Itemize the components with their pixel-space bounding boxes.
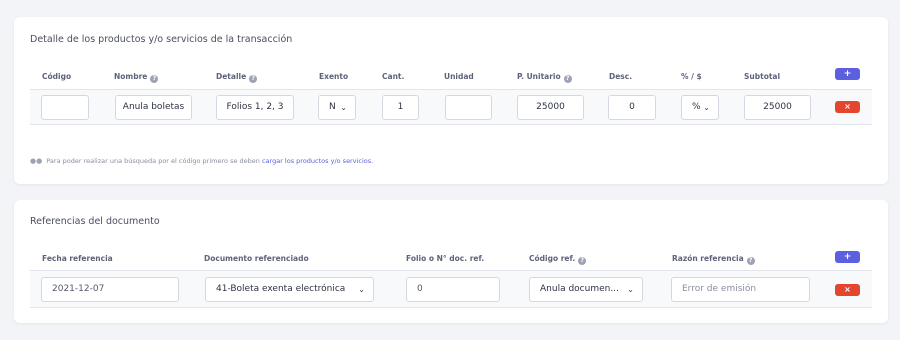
header-detalle: Detalle? bbox=[216, 72, 258, 83]
documento-referenciado-value: 41-Boleta exenta electrónica bbox=[216, 284, 346, 294]
delete-reference-button[interactable]: × bbox=[835, 284, 860, 296]
pct-value: % bbox=[692, 102, 701, 112]
header-p-unitario-label: P. Unitario bbox=[517, 72, 561, 81]
detalle-input[interactable]: Folios 1, 2, 3 bbox=[216, 95, 294, 120]
references-card: Referencias del documento Fecha referenc… bbox=[14, 200, 888, 323]
header-detalle-label: Detalle bbox=[216, 72, 247, 81]
search-note-text: Para poder realizar una búsqueda por el … bbox=[46, 157, 260, 165]
descuento-input[interactable]: 0 bbox=[608, 95, 656, 120]
info-icon: ? bbox=[746, 257, 755, 265]
cantidad-input[interactable]: 1 bbox=[382, 95, 419, 120]
header-exento: Exento bbox=[319, 72, 349, 81]
info-icon: ? bbox=[563, 75, 572, 83]
exento-select[interactable]: N ⌄ bbox=[318, 95, 356, 120]
header-codigo-ref: Código ref.? bbox=[529, 254, 587, 265]
header-fecha: Fecha referencia bbox=[42, 254, 113, 263]
load-products-link[interactable]: cargar los productos y/o servicios. bbox=[262, 157, 373, 165]
products-title: Detalle de los productos y/o servicios d… bbox=[30, 34, 293, 45]
precio-unitario-input[interactable]: 25000 bbox=[517, 95, 584, 120]
header-nombre-label: Nombre bbox=[114, 72, 148, 81]
header-unidad: Unidad bbox=[444, 72, 474, 81]
header-codigo-ref-label: Código ref. bbox=[529, 254, 576, 263]
subtotal-input[interactable]: 25000 bbox=[744, 95, 811, 120]
header-pct: % / $ bbox=[681, 72, 702, 81]
chevron-down-icon: ⌄ bbox=[703, 103, 710, 112]
header-folio: Folio o N° doc. ref. bbox=[406, 254, 485, 263]
chevron-down-icon: ⌄ bbox=[358, 285, 365, 294]
header-codigo: Código bbox=[42, 72, 72, 81]
chevron-down-icon: ⌄ bbox=[627, 285, 634, 294]
users-icon: ●● bbox=[30, 157, 43, 165]
header-p-unitario: P. Unitario? bbox=[517, 72, 572, 83]
header-nombre: Nombre? bbox=[114, 72, 159, 83]
add-reference-button[interactable]: + bbox=[835, 251, 860, 263]
header-razon-label: Razón referencia bbox=[672, 254, 744, 263]
delete-product-button[interactable]: × bbox=[835, 101, 860, 113]
add-product-button[interactable]: + bbox=[835, 68, 860, 80]
codigo-referencia-value: Anula documen... bbox=[540, 284, 619, 294]
documento-referenciado-select[interactable]: 41-Boleta exenta electrónica ⌄ bbox=[205, 277, 374, 302]
exento-value: N bbox=[329, 102, 336, 112]
fecha-referencia-input[interactable]: 2021-12-07 bbox=[41, 277, 179, 302]
info-icon: ? bbox=[249, 75, 258, 83]
codigo-referencia-select[interactable]: Anula documen... ⌄ bbox=[529, 277, 643, 302]
info-icon: ? bbox=[578, 257, 587, 265]
header-subtotal: Subtotal bbox=[744, 72, 781, 81]
search-note: ●● Para poder realizar una búsqueda por … bbox=[30, 157, 373, 165]
razon-referencia-input[interactable]: Error de emisión bbox=[671, 277, 810, 302]
codigo-input[interactable] bbox=[41, 95, 89, 120]
nombre-input[interactable]: Anula boletas bbox=[115, 95, 192, 120]
folio-referencia-input[interactable]: 0 bbox=[406, 277, 500, 302]
references-title: Referencias del documento bbox=[30, 216, 160, 227]
header-cant: Cant. bbox=[382, 72, 405, 81]
chevron-down-icon: ⌄ bbox=[340, 103, 347, 112]
pct-select[interactable]: % ⌄ bbox=[681, 95, 719, 120]
header-razon: Razón referencia? bbox=[672, 254, 755, 265]
unidad-input[interactable] bbox=[445, 95, 492, 120]
info-icon: ? bbox=[150, 75, 159, 83]
header-desc: Desc. bbox=[609, 72, 633, 81]
products-card: Detalle de los productos y/o servicios d… bbox=[14, 17, 888, 184]
header-documento: Documento referenciado bbox=[204, 254, 309, 263]
